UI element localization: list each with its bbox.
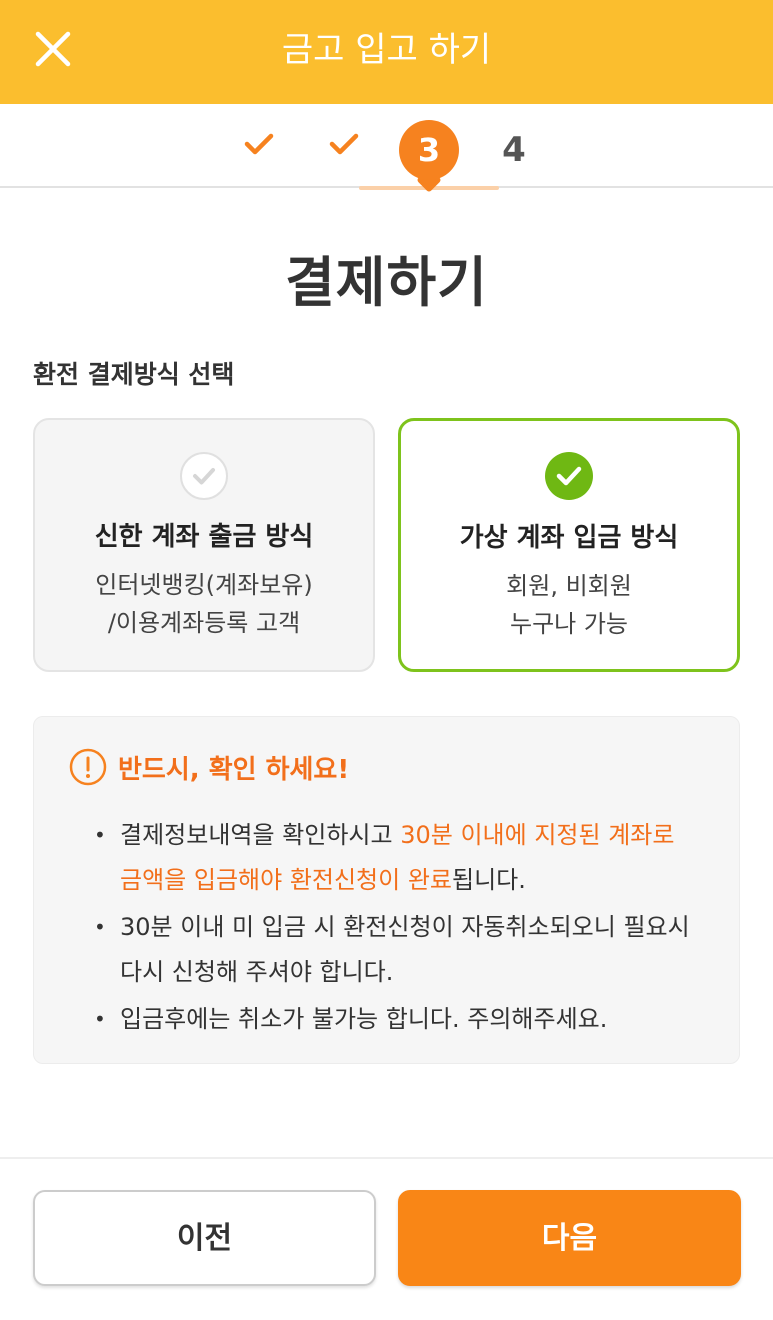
option-radio-checked — [545, 452, 593, 500]
bullet: • — [94, 915, 106, 939]
notice-title: 반드시, 확인 하세요! — [118, 755, 350, 785]
notice-item: • 결제정보내역을 확인하시고 30분 이내에 지정된 계좌로 금액을 입금해야 … — [94, 813, 694, 903]
checkmark-icon — [329, 133, 359, 155]
option-description: 회원, 비회원 누구나 가능 — [401, 567, 737, 643]
option-desc-line: 회원, 비회원 — [506, 572, 632, 600]
header-title: 금고 입고 하기 — [281, 30, 492, 70]
footer-divider — [0, 1157, 773, 1159]
step-upcoming-number: 4 — [502, 130, 526, 170]
payment-option-virtual-account[interactable]: 가상 계좌 입금 방식 회원, 비회원 누구나 가능 — [398, 418, 740, 672]
bullet: • — [94, 823, 106, 847]
previous-button[interactable]: 이전 — [33, 1190, 376, 1286]
next-button[interactable]: 다음 — [398, 1190, 741, 1286]
notice-box: 반드시, 확인 하세요! • 결제정보내역을 확인하시고 30분 이내에 지정된 … — [33, 716, 740, 1064]
page-title: 결제하기 — [285, 251, 488, 314]
step-indicator: 3 4 — [0, 104, 773, 193]
option-desc-line: 인터넷뱅킹(계좌보유) — [95, 571, 313, 599]
top-app-bar: 금고 입고 하기 — [0, 0, 773, 104]
notice-text: 30분 이내 미 입금 시 환전신청이 자동취소되오니 필요시 다시 신청해 주… — [120, 913, 690, 986]
step-active-number: 3 — [399, 120, 459, 180]
payment-option-shinhan-withdrawal[interactable]: 신한 계좌 출금 방식 인터넷뱅킹(계좌보유) /이용계좌등록 고객 — [33, 418, 375, 672]
checkmark-icon — [193, 468, 215, 485]
step-1-done — [228, 104, 288, 188]
checkmark-icon — [244, 133, 274, 155]
notice-text: 됩니다. — [452, 866, 526, 894]
step-4-upcoming: 4 — [484, 104, 544, 188]
option-desc-line: /이용계좌등록 고객 — [107, 609, 301, 637]
option-description: 인터넷뱅킹(계좌보유) /이용계좌등록 고객 — [35, 566, 373, 642]
option-desc-line: 누구나 가능 — [509, 610, 629, 638]
option-radio-unchecked — [180, 452, 228, 500]
notice-item: • 입금후에는 취소가 불가능 합니다. 주의해주세요. — [94, 997, 694, 1042]
notice-list: • 결제정보내역을 확인하시고 30분 이내에 지정된 계좌로 금액을 입금해야 … — [94, 813, 694, 1044]
step-3-active: 3 — [359, 104, 499, 193]
step-2-done — [313, 104, 373, 188]
notice-text: 입금후에는 취소가 불가능 합니다. 주의해주세요. — [120, 1005, 608, 1033]
option-title: 가상 계좌 입금 방식 — [459, 523, 679, 553]
checkmark-icon — [556, 466, 582, 486]
exclamation-circle-icon — [68, 747, 108, 787]
option-title: 신한 계좌 출금 방식 — [94, 522, 314, 552]
notice-item: • 30분 이내 미 입금 시 환전신청이 자동취소되오니 필요시 다시 신청해 … — [94, 905, 694, 995]
bullet: • — [94, 1007, 106, 1031]
notice-text: 결제정보내역을 확인하시고 — [120, 821, 401, 849]
payment-method-label: 환전 결제방식 선택 — [33, 360, 235, 389]
